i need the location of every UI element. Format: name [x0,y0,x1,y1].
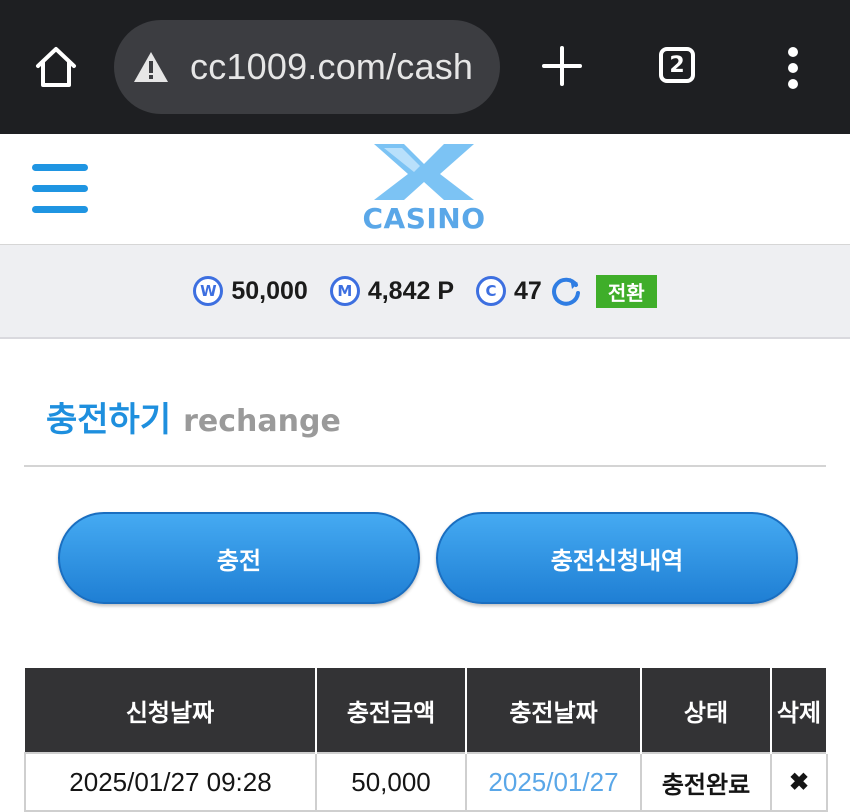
cell-status: 충전완료 [640,752,772,812]
header-delete: 삭제 [771,668,828,753]
browser-toolbar: cc1009.com/cash 2 [0,0,850,134]
header-charge-date: 충전날짜 [466,668,642,753]
page-title: 충전하기 rechange [46,392,341,441]
more-options-icon[interactable] [783,46,803,90]
site-header: CASINO [0,134,850,245]
balance-bar: W 50,000 M 4,842 P C 47 전환 [0,245,850,339]
cell-charge-date: 2025/01/27 [465,752,642,812]
mileage-balance: M 4,842 P [329,276,455,306]
address-bar[interactable]: cc1009.com/cash [114,20,500,114]
won-balance: W 50,000 [193,276,308,306]
divider [24,465,826,467]
logo-mark-icon [374,144,474,200]
header-request-date: 신청날짜 [25,668,317,753]
logo-text: CASINO [362,202,486,235]
hamburger-icon[interactable] [32,164,88,214]
charge-history-table: 신청날짜 충전금액 충전날짜 상태 삭제 2025/01/27 09:28 50… [24,668,828,812]
page-title-english: rechange [183,404,341,439]
coin-icon: C [476,276,507,306]
coin-balance: C 47 전환 [476,274,657,308]
won-icon: W [193,276,224,306]
tab-switcher-button[interactable]: 2 [659,47,695,83]
casino-logo[interactable]: CASINO [354,140,494,240]
new-tab-icon[interactable] [540,44,584,88]
home-icon[interactable] [34,44,78,90]
header-amount: 충전금액 [316,668,467,753]
table-header-row: 신청날짜 충전금액 충전날짜 상태 삭제 [25,668,828,753]
url-text: cc1009.com/cash [190,46,474,87]
mileage-value: 4,842 P [367,276,455,305]
delete-icon[interactable]: ✖ [770,752,828,812]
cell-amount: 50,000 [315,752,467,812]
table-row: 2025/01/27 09:28 50,000 2025/01/27 충전완료 … [24,752,828,812]
charge-button[interactable]: 충전 [58,512,420,604]
coin-value: 47 [514,276,542,305]
warning-icon[interactable] [132,50,170,84]
refresh-icon[interactable] [550,275,582,307]
page-title-korean: 충전하기 [46,400,172,440]
mileage-icon: M [329,276,360,306]
cell-request-date: 2025/01/27 09:28 [24,752,317,812]
header-status: 상태 [641,668,772,753]
charge-history-button[interactable]: 충전신청내역 [436,512,798,604]
won-value: 50,000 [231,276,308,305]
convert-button[interactable]: 전환 [595,274,657,308]
